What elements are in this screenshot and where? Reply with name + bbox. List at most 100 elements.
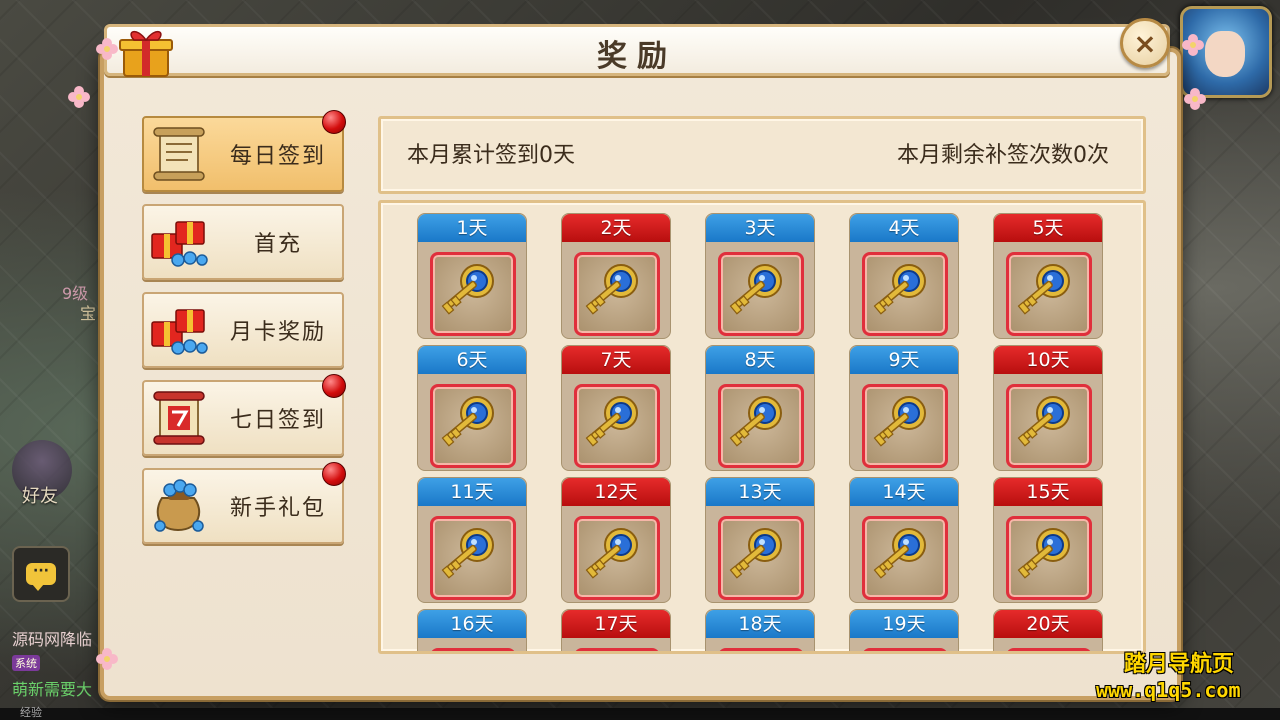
- reward-item-slot[interactable]: [574, 648, 660, 651]
- day-card-7[interactable]: 7天: [561, 345, 671, 471]
- day-reward-grid[interactable]: 1天 2天 3天 4天 5天 6天 7天 8天 9天 10天 11天 12天 13天 14天 15天 16天 1…: [378, 200, 1146, 654]
- golden-key-icon: [441, 264, 494, 315]
- chat-line: 系统: [12, 652, 44, 671]
- day-label: 8天: [706, 346, 814, 374]
- golden-key-icon: [1017, 264, 1070, 315]
- reward-item-slot[interactable]: [1006, 648, 1092, 651]
- day-label: 9天: [850, 346, 958, 374]
- day-label: 4天: [850, 214, 958, 242]
- day-card-14[interactable]: 14天: [849, 477, 959, 603]
- menu-item-daily-signin[interactable]: 每日签到: [142, 110, 346, 192]
- chat-text: 萌新需要大: [12, 680, 93, 699]
- gift-box-icon: [119, 30, 173, 77]
- reward-item-slot[interactable]: [862, 252, 948, 336]
- window-title: 奖励: [597, 39, 677, 74]
- watermark-title: 踏月导航页: [1124, 652, 1235, 677]
- day-card-8[interactable]: 8天: [705, 345, 815, 471]
- signin-stats-bar: 本月累计签到0天 本月剩余补签次数0次: [378, 116, 1146, 194]
- menu-item-newbie-pack[interactable]: 新手礼包: [142, 462, 346, 544]
- day-card-15[interactable]: 15天: [993, 477, 1103, 603]
- golden-key-icon: [1017, 396, 1070, 447]
- scroll-icon: [153, 127, 205, 181]
- makeup-signin-remaining: 本月剩余补签次数0次: [897, 143, 1109, 168]
- day-card-2[interactable]: 2天: [561, 213, 671, 339]
- chat-button[interactable]: ···: [12, 546, 70, 602]
- menu-item-seven-day-signin[interactable]: 七日签到: [142, 374, 346, 456]
- reward-item-slot[interactable]: [1006, 516, 1092, 600]
- close-icon: ×: [1133, 26, 1157, 60]
- day-label: 6天: [418, 346, 526, 374]
- golden-key-icon: [873, 396, 926, 447]
- day-card-19[interactable]: 19天: [849, 609, 959, 651]
- reward-item-slot[interactable]: [574, 516, 660, 600]
- golden-key-icon: [1017, 528, 1070, 579]
- day-label: 2天: [562, 214, 670, 242]
- reward-item-slot[interactable]: [430, 516, 516, 600]
- reward-item-slot[interactable]: [718, 384, 804, 468]
- reward-item-slot[interactable]: [862, 516, 948, 600]
- reward-item-slot[interactable]: [1006, 252, 1092, 336]
- golden-key-icon: [585, 528, 638, 579]
- golden-key-icon: [729, 264, 782, 315]
- golden-key-icon: [729, 528, 782, 579]
- day-label: 5天: [994, 214, 1102, 242]
- reward-item-slot[interactable]: [430, 252, 516, 336]
- day-card-9[interactable]: 9天: [849, 345, 959, 471]
- day-card-18[interactable]: 18天: [705, 609, 815, 651]
- golden-key-icon: [729, 396, 782, 447]
- close-button[interactable]: ×: [1120, 18, 1170, 68]
- gem-bag-icon: [154, 479, 204, 532]
- day-card-6[interactable]: 6天: [417, 345, 527, 471]
- day-label: 3天: [706, 214, 814, 242]
- reward-item-slot[interactable]: [718, 252, 804, 336]
- day-label: 12天: [562, 478, 670, 506]
- golden-key-icon: [873, 528, 926, 579]
- title-bar: 奖励: [104, 24, 1170, 76]
- day-label: 10天: [994, 346, 1102, 374]
- day-card-5[interactable]: 5天: [993, 213, 1103, 339]
- reward-item-slot[interactable]: [862, 384, 948, 468]
- reward-item-slot[interactable]: [430, 648, 516, 651]
- day-card-4[interactable]: 4天: [849, 213, 959, 339]
- notification-badge: [322, 374, 346, 398]
- flower-decoration-icon: [96, 648, 118, 670]
- reward-item-slot[interactable]: [574, 252, 660, 336]
- golden-key-icon: [585, 264, 638, 315]
- golden-key-icon: [441, 528, 494, 579]
- menu-item-monthly-card[interactable]: 月卡奖励: [142, 292, 344, 368]
- day-card-1[interactable]: 1天: [417, 213, 527, 339]
- day-card-17[interactable]: 17天: [561, 609, 671, 651]
- golden-key-icon: [585, 396, 638, 447]
- day-label: 1天: [418, 214, 526, 242]
- flower-decoration-icon: [68, 86, 90, 108]
- menu-item-first-recharge[interactable]: 首充: [142, 204, 344, 280]
- flower-decoration-icon: [1184, 88, 1206, 110]
- gift-gems-icon: [151, 309, 208, 355]
- day-card-11[interactable]: 11天: [417, 477, 527, 603]
- friend-label[interactable]: 好友: [22, 482, 58, 508]
- day-card-16[interactable]: 16天: [417, 609, 527, 651]
- reward-item-slot[interactable]: [718, 516, 804, 600]
- reward-item-slot[interactable]: [718, 648, 804, 651]
- day-card-13[interactable]: 13天: [705, 477, 815, 603]
- day-card-12[interactable]: 12天: [561, 477, 671, 603]
- day-label: 7天: [562, 346, 670, 374]
- chat-line: 萌新需要大: [12, 676, 92, 700]
- golden-key-icon: [873, 264, 926, 315]
- reward-item-slot[interactable]: [430, 384, 516, 468]
- day-label: 20天: [994, 610, 1102, 638]
- day-card-3[interactable]: 3天: [705, 213, 815, 339]
- day-label: 13天: [706, 478, 814, 506]
- monthly-signin-count: 本月累计签到0天: [407, 143, 575, 168]
- menu-label: 七日签到: [229, 408, 326, 433]
- day-card-10[interactable]: 10天: [993, 345, 1103, 471]
- chat-line: 源码网降临: [12, 626, 92, 650]
- day-card-20[interactable]: 20天: [993, 609, 1103, 651]
- reward-item-slot[interactable]: [574, 384, 660, 468]
- menu-label: 月卡奖励: [229, 320, 326, 345]
- reward-item-slot[interactable]: [1006, 384, 1092, 468]
- reward-item-slot[interactable]: [862, 648, 948, 651]
- day-label: 16天: [418, 610, 526, 638]
- day-label: 11天: [418, 478, 526, 506]
- notification-badge: [322, 462, 346, 486]
